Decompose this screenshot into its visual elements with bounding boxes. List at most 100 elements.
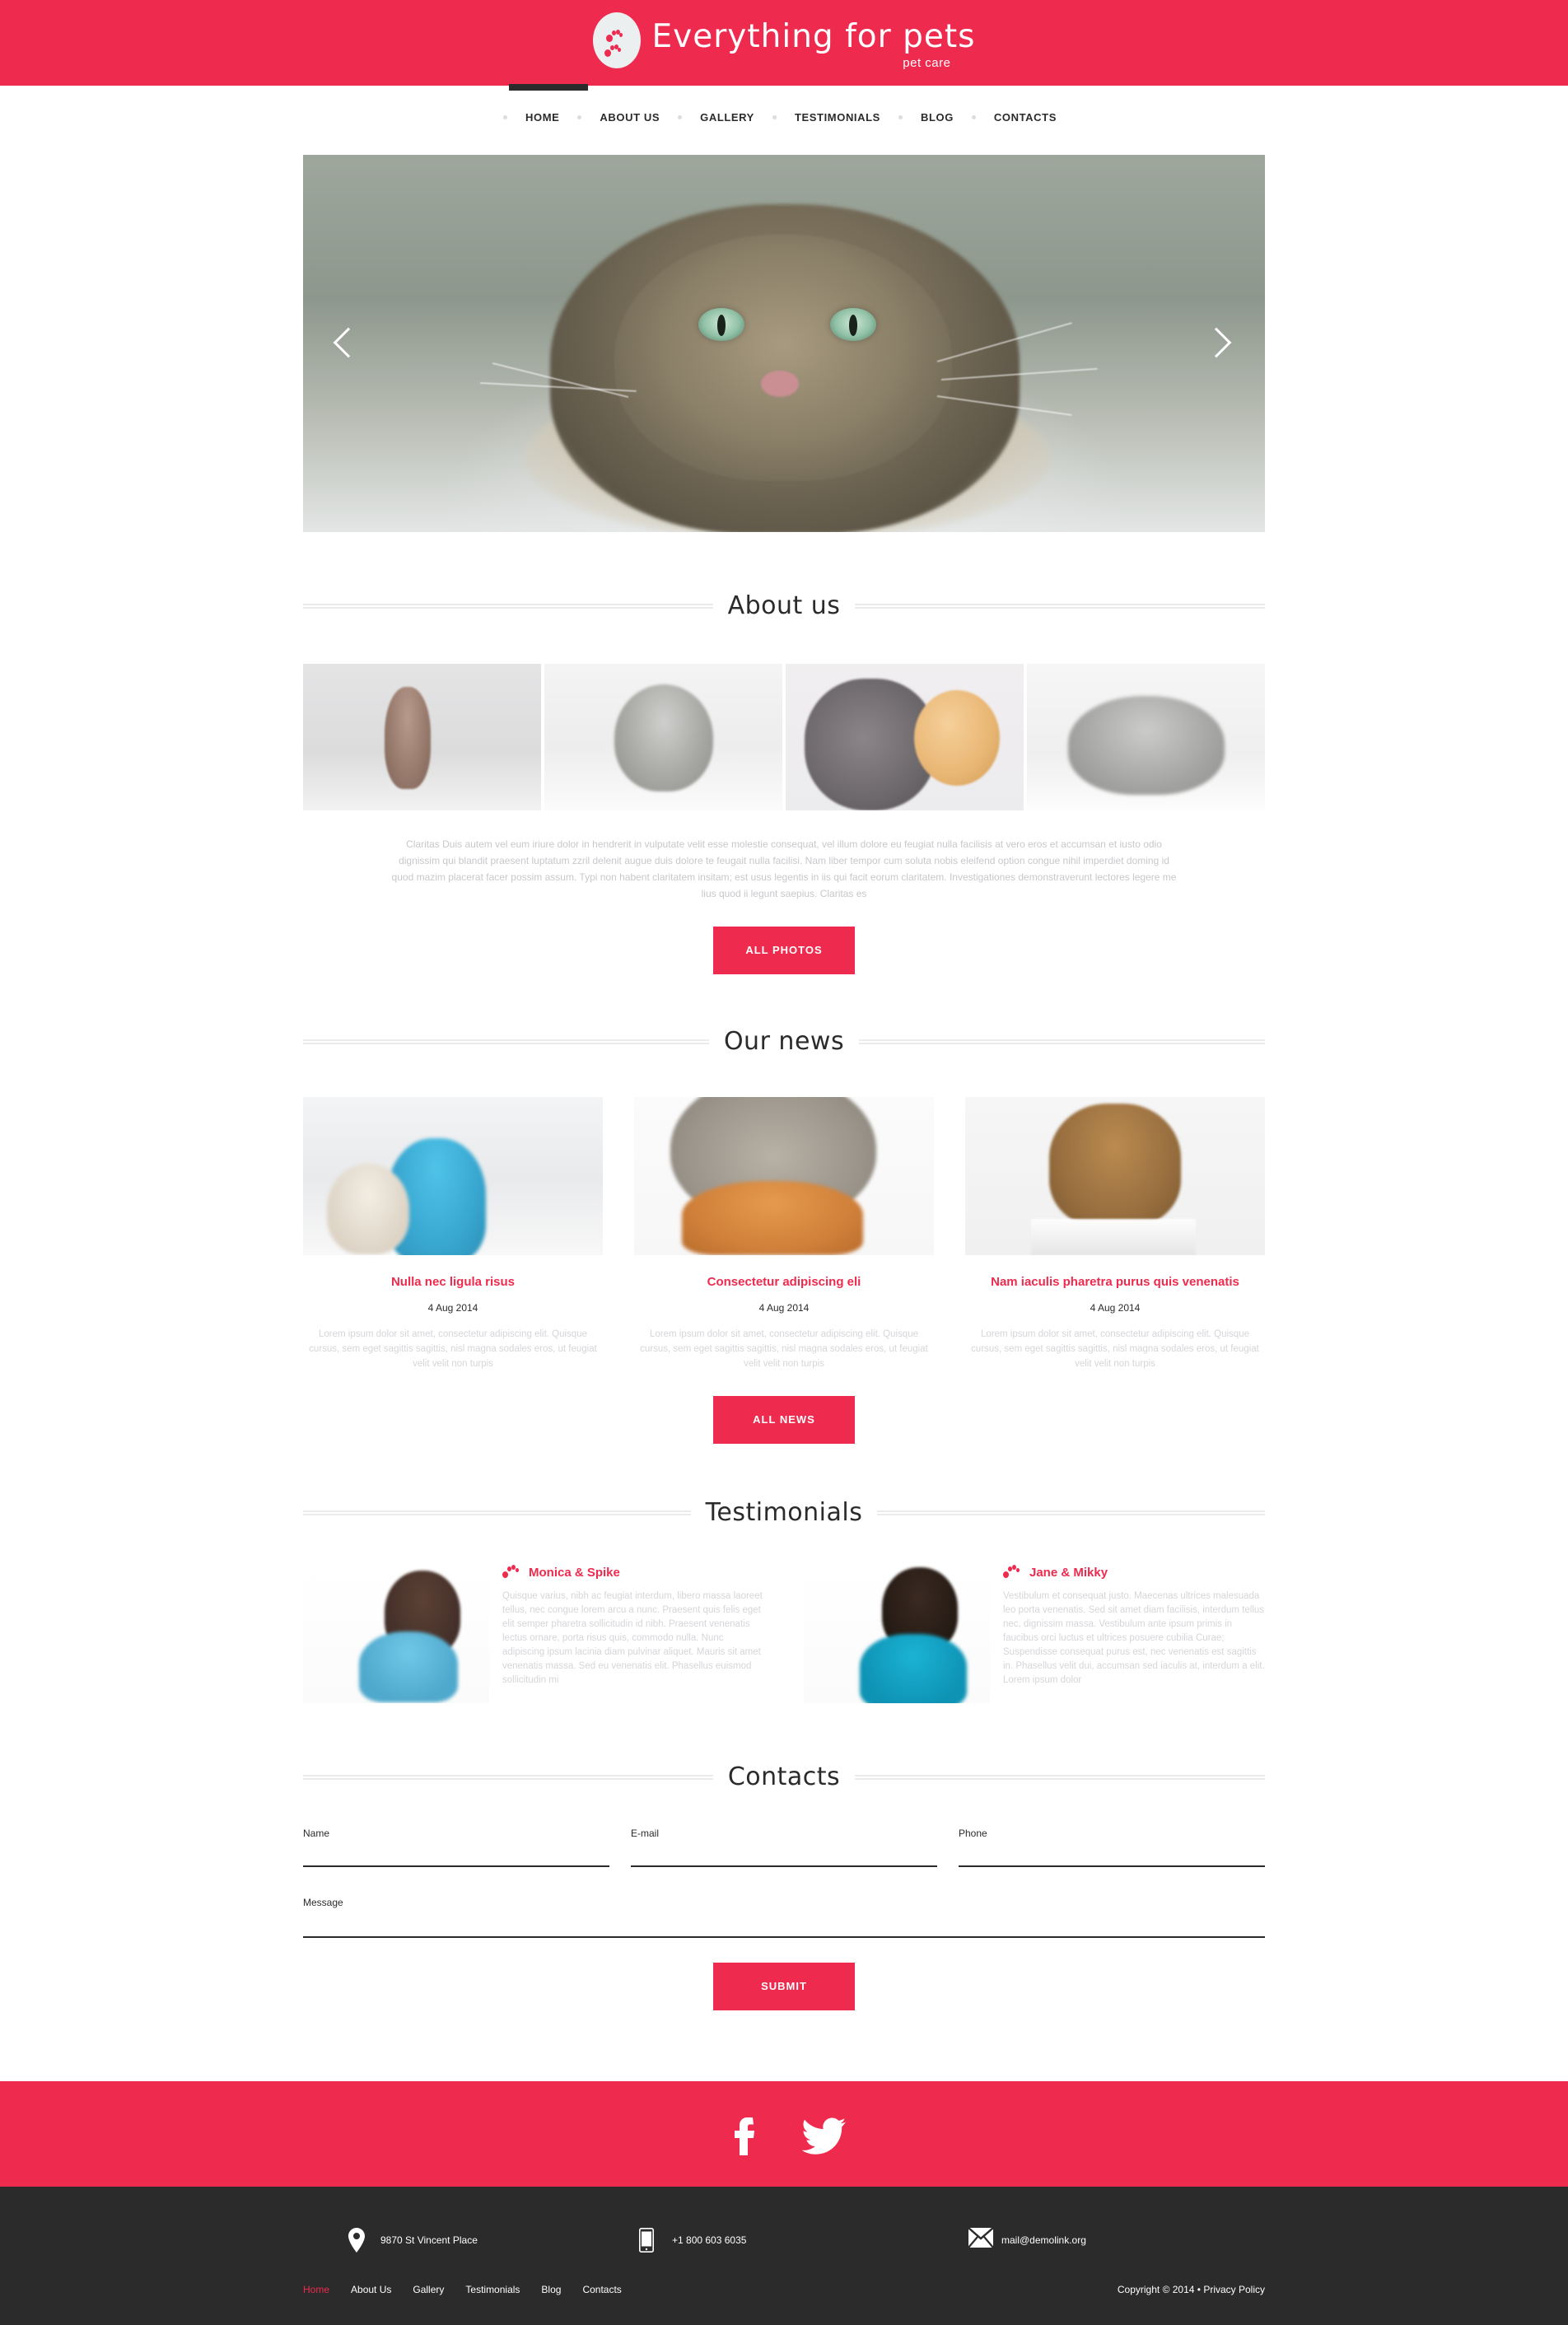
copyright-text: Copyright © 2014 • [1117, 2284, 1204, 2295]
news-item-text: Lorem ipsum dolor sit amet, consectetur … [971, 1329, 1259, 1369]
email-input[interactable] [631, 1847, 937, 1867]
news-item-text: Lorem ipsum dolor sit amet, consectetur … [309, 1329, 597, 1369]
heading-rule-left [303, 1510, 691, 1515]
about-heading: About us [303, 591, 1266, 620]
contacts-section: Contacts Name E-mail Phone Message SUBMI… [0, 1703, 1568, 2058]
facebook-icon[interactable] [728, 2113, 766, 2155]
heading-rule-right [877, 1510, 1265, 1515]
testimonial-photo[interactable] [804, 1565, 990, 1703]
nav-separator-dot [971, 114, 976, 119]
testimonial-item: Jane & Mikky Vestibulum et consequat jus… [804, 1565, 1265, 1703]
heading-rule-right [855, 1774, 1266, 1780]
testimonial-author[interactable]: Monica & Spike [529, 1566, 620, 1580]
phone-field-group: Phone [959, 1828, 1265, 1867]
testimonial-text: Vestibulum et consequat justo. Maecenas … [1003, 1591, 1265, 1685]
news-item-title[interactable]: Nam iaculis pharetra purus quis venenati… [965, 1275, 1265, 1289]
about-photo-4[interactable] [1027, 664, 1265, 810]
envelope-icon [968, 2227, 994, 2253]
news-card: Nulla nec ligula risus 4 Aug 2014 Lorem … [303, 1097, 603, 1371]
twitter-icon[interactable] [802, 2113, 846, 2155]
testimonials-title: Testimonials [705, 1498, 863, 1527]
news-item-date: 4 Aug 2014 [758, 1302, 810, 1314]
hero-slider[interactable] [303, 155, 1265, 532]
all-news-button[interactable]: ALL NEWS [713, 1396, 855, 1444]
nav-separator-dot [678, 114, 683, 119]
paw-print-icon [1003, 1565, 1021, 1580]
nav-separator-dot [898, 114, 903, 119]
name-input[interactable] [303, 1847, 609, 1867]
message-textarea[interactable] [303, 1916, 1265, 1938]
all-photos-button[interactable]: ALL PHOTOS [713, 927, 855, 974]
privacy-policy-link[interactable]: Privacy Policy [1203, 2284, 1265, 2295]
news-thumbnail[interactable] [634, 1097, 934, 1255]
chevron-right-icon[interactable] [1201, 324, 1240, 362]
footer-nav-blog[interactable]: Blog [541, 2284, 561, 2295]
nav-item-contacts[interactable]: CONTACTS [981, 111, 1070, 124]
site-header: Everything for pets pet care [0, 0, 1568, 91]
contacts-heading: Contacts [303, 1762, 1266, 1791]
nav-separator-dot [577, 114, 582, 119]
testimonials-grid: Monica & Spike Quisque varius, nibh ac f… [303, 1565, 1265, 1703]
footer-phone: +1 800 603 6035 [639, 2228, 968, 2253]
heading-rule-left [303, 1774, 713, 1780]
news-item-text: Lorem ipsum dolor sit amet, consectetur … [640, 1329, 928, 1369]
about-photo-3[interactable] [786, 664, 1024, 810]
footer-email: mail@demolink.org [968, 2227, 1265, 2253]
news-item-title[interactable]: Nulla nec ligula risus [303, 1275, 603, 1289]
submit-button[interactable]: SUBMIT [713, 1963, 855, 2010]
phone-label: Phone [959, 1828, 987, 1839]
footer-phone-text: +1 800 603 6035 [672, 2234, 747, 2246]
footer-navigation: Home About Us Gallery Testimonials Blog … [303, 2284, 622, 2295]
message-label: Message [303, 1897, 343, 1908]
main-navigation: HOME ABOUT US GALLERY TESTIMONIALS BLOG … [0, 86, 1568, 137]
footer-address-text: 9870 St Vincent Place [380, 2234, 478, 2246]
nav-item-gallery[interactable]: GALLERY [687, 111, 768, 124]
heading-rule-right [859, 1039, 1266, 1044]
phone-icon [639, 2228, 660, 2253]
chevron-left-icon[interactable] [328, 324, 366, 362]
contacts-title: Contacts [727, 1762, 841, 1791]
news-item-title[interactable]: Consectetur adipiscing eli [634, 1275, 934, 1289]
footer-nav-about-us[interactable]: About Us [351, 2284, 391, 2295]
name-field-group: Name [303, 1828, 609, 1867]
testimonial-text: Quisque varius, nibh ac feugiat interdum… [502, 1591, 763, 1685]
copyright: Copyright © 2014 • Privacy Policy [1118, 2284, 1265, 2295]
about-photo-grid [303, 664, 1265, 810]
news-thumbnail[interactable] [965, 1097, 1265, 1255]
footer-nav-gallery[interactable]: Gallery [413, 2284, 444, 2295]
hero-slide-image [303, 155, 1265, 532]
contact-form-row: Name E-mail Phone [303, 1828, 1265, 1867]
heading-rule-right [855, 603, 1266, 609]
name-label: Name [303, 1828, 330, 1839]
about-title: About us [727, 591, 841, 620]
contact-form: Name E-mail Phone Message SUBMIT [303, 1828, 1265, 2010]
testimonial-photo[interactable] [303, 1565, 489, 1703]
nav-item-home[interactable]: HOME [512, 111, 572, 124]
email-label: E-mail [631, 1828, 660, 1839]
footer-nav-home[interactable]: Home [303, 2284, 329, 2295]
about-photo-1[interactable] [303, 664, 541, 810]
testimonials-section: Testimonials Monica & Spike Quisque vari… [0, 1444, 1568, 1703]
nav-item-blog[interactable]: BLOG [908, 111, 967, 124]
heading-rule-left [303, 1039, 709, 1044]
footer-nav-testimonials[interactable]: Testimonials [465, 2284, 520, 2295]
nav-item-testimonials[interactable]: TESTIMONIALS [782, 111, 894, 124]
heading-rule-left [303, 603, 713, 609]
news-thumbnail[interactable] [303, 1097, 603, 1255]
about-section: About us Claritas Duis autem vel eum iri… [0, 532, 1568, 974]
footer-contact-info: 9870 St Vincent Place +1 800 603 6035 ma… [303, 2227, 1265, 2253]
news-item-date: 4 Aug 2014 [427, 1302, 478, 1314]
news-section: Our news Nulla nec ligula risus 4 Aug 20… [0, 974, 1568, 1444]
about-photo-2[interactable] [544, 664, 782, 810]
phone-input[interactable] [959, 1847, 1265, 1867]
nav-separator-dot [772, 114, 777, 119]
message-field-group: Message [303, 1897, 1265, 1938]
footer-bottom: Home About Us Gallery Testimonials Blog … [303, 2284, 1265, 2325]
nav-item-about-us[interactable]: ABOUT US [586, 111, 673, 124]
footer-nav-contacts[interactable]: Contacts [582, 2284, 621, 2295]
site-logo[interactable]: Everything for pets pet care [592, 12, 976, 73]
email-field-group: E-mail [631, 1828, 937, 1867]
paw-print-icon [502, 1565, 520, 1580]
testimonial-author[interactable]: Jane & Mikky [1029, 1566, 1108, 1580]
footer-address: 9870 St Vincent Place [303, 2228, 639, 2253]
